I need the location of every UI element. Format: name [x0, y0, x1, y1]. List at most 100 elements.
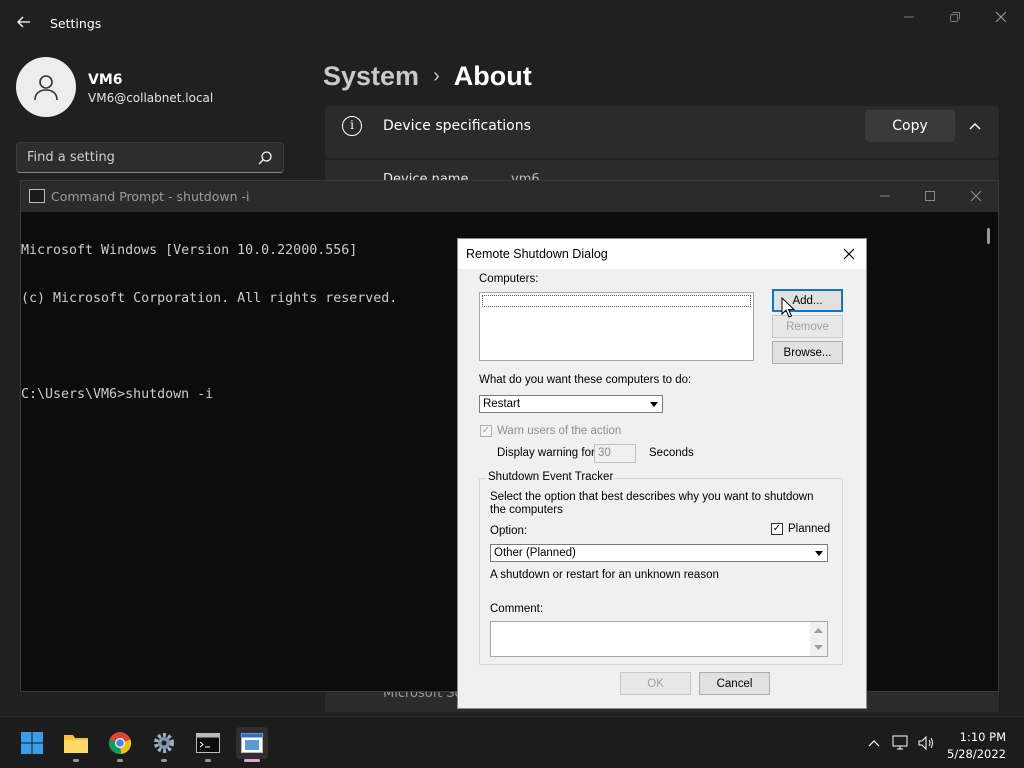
browse-button[interactable]: Browse...: [772, 341, 843, 364]
scroll-up-icon: [814, 628, 823, 633]
close-icon: [995, 11, 1007, 23]
dialog-close-icon[interactable]: [840, 245, 858, 263]
planned-label: Planned: [788, 523, 831, 535]
dialog-window-icon: [241, 733, 263, 753]
action-value: Restart: [483, 398, 521, 410]
active-indicator: [244, 759, 260, 762]
cmd-close-button[interactable]: [958, 185, 994, 207]
running-indicator: [117, 759, 123, 762]
chevron-up-icon: [868, 740, 880, 747]
page-title: About: [453, 60, 532, 91]
minimize-button[interactable]: [891, 6, 927, 28]
mouse-cursor-icon: [781, 297, 795, 318]
device-specifications-label: Device specifications: [383, 118, 531, 134]
scroll-down-icon: [814, 645, 823, 650]
reason-text: A shutdown or restart for an unknown rea…: [490, 569, 719, 581]
volume-icon: [918, 735, 933, 751]
close-button[interactable]: [983, 6, 1019, 28]
minimize-icon: [880, 195, 890, 197]
console-line: C:\Users\VM6>shutdown -i: [21, 387, 214, 402]
running-indicator: [73, 759, 79, 762]
cmd-title: Command Prompt - shutdown -i: [51, 189, 250, 204]
terminal-icon: [196, 733, 220, 753]
clock-time[interactable]: 1:10 PM: [960, 730, 1006, 744]
restore-button[interactable]: [937, 6, 973, 28]
device-specifications-header[interactable]: i Device specifications Copy: [325, 106, 999, 158]
cancel-button[interactable]: Cancel: [699, 672, 770, 695]
computers-list[interactable]: [479, 292, 754, 361]
chevron-down-icon: [647, 397, 661, 411]
running-indicator: [161, 759, 167, 762]
console-output[interactable]: Microsoft Windows [Version 10.0.22000.55…: [21, 211, 397, 435]
maximize-icon: [925, 191, 935, 201]
cmd-maximize-button[interactable]: [912, 185, 948, 207]
warn-users-checkbox[interactable]: ✓: [480, 425, 492, 437]
breadcrumb-system[interactable]: System: [323, 61, 419, 92]
cmd-minimize-button[interactable]: [867, 185, 903, 207]
chrome-icon: [108, 732, 132, 755]
network-icon: [892, 735, 908, 750]
gear-icon: [154, 733, 174, 753]
display-warning-label: Display warning for: [497, 447, 595, 459]
user-email: VM6@collabnet.local: [88, 91, 214, 105]
remote-shutdown-button[interactable]: [236, 727, 268, 762]
remote-shutdown-dialog: Remote Shutdown Dialog Computers: Add...…: [457, 238, 867, 709]
user-name: VM6: [88, 72, 123, 88]
chrome-button[interactable]: [104, 727, 136, 762]
command-prompt-button[interactable]: [192, 727, 224, 762]
search-input[interactable]: Find a setting: [16, 142, 284, 173]
chevron-down-icon: [812, 546, 826, 560]
windows-logo-icon: [21, 732, 43, 754]
breadcrumb: System › About: [323, 58, 532, 94]
file-explorer-button[interactable]: [60, 727, 92, 762]
chevron-up-icon[interactable]: [965, 116, 985, 136]
seconds-label: Seconds: [649, 447, 694, 459]
search-placeholder: Find a setting: [27, 150, 115, 165]
event-tracker-legend: Shutdown Event Tracker: [486, 471, 616, 483]
avatar[interactable]: [16, 57, 76, 117]
show-hidden-icons-button[interactable]: [864, 733, 884, 753]
comment-label: Comment:: [490, 603, 544, 615]
settings-taskbar-button[interactable]: [148, 727, 180, 762]
minimize-icon: [904, 16, 914, 18]
back-arrow-icon[interactable]: [14, 12, 34, 32]
close-icon: [970, 190, 982, 202]
event-tracker-description: Select the option that best describes wh…: [490, 491, 814, 516]
console-line: Microsoft Windows [Version 10.0.22000.55…: [21, 243, 358, 258]
copy-button[interactable]: Copy: [865, 110, 955, 142]
computers-label: Computers:: [479, 273, 539, 285]
search-icon: [258, 151, 272, 165]
action-question-label: What do you want these computers to do:: [479, 374, 692, 386]
dialog-titlebar: Remote Shutdown Dialog: [458, 239, 866, 269]
option-select[interactable]: Other (Planned): [490, 544, 828, 562]
console-line: (c) Microsoft Corporation. All rights re…: [21, 291, 398, 306]
running-indicator: [205, 759, 211, 762]
network-button[interactable]: [891, 733, 911, 753]
comment-scrollbar[interactable]: [810, 622, 827, 656]
warn-users-label: Warn users of the action: [497, 425, 622, 437]
cmd-app-icon: [29, 189, 45, 203]
cmd-titlebar: Command Prompt - shutdown -i: [21, 181, 998, 212]
folder-icon: [64, 735, 88, 753]
taskbar: 1:10 PM 5/28/2022: [0, 716, 1024, 768]
restore-icon: [950, 12, 960, 22]
user-icon: [34, 75, 58, 101]
action-select[interactable]: Restart: [479, 395, 663, 413]
start-button[interactable]: [16, 727, 48, 759]
list-focus-rect: [482, 295, 751, 307]
breadcrumb-separator: ›: [433, 64, 440, 87]
planned-checkbox[interactable]: ✓: [771, 523, 783, 535]
settings-titlebar: Settings: [0, 0, 1024, 48]
settings-title: Settings: [50, 16, 102, 31]
ok-button[interactable]: OK: [620, 672, 691, 695]
cmd-scrollbar[interactable]: [987, 228, 990, 244]
option-label: Option:: [490, 525, 528, 537]
dialog-title: Remote Shutdown Dialog: [466, 247, 608, 261]
info-icon: i: [342, 116, 362, 136]
option-value: Other (Planned): [494, 547, 576, 559]
warning-seconds-input[interactable]: 30: [594, 444, 636, 463]
comment-field[interactable]: [490, 621, 828, 657]
clock-date[interactable]: 5/28/2022: [947, 747, 1006, 761]
volume-button[interactable]: [916, 733, 936, 753]
